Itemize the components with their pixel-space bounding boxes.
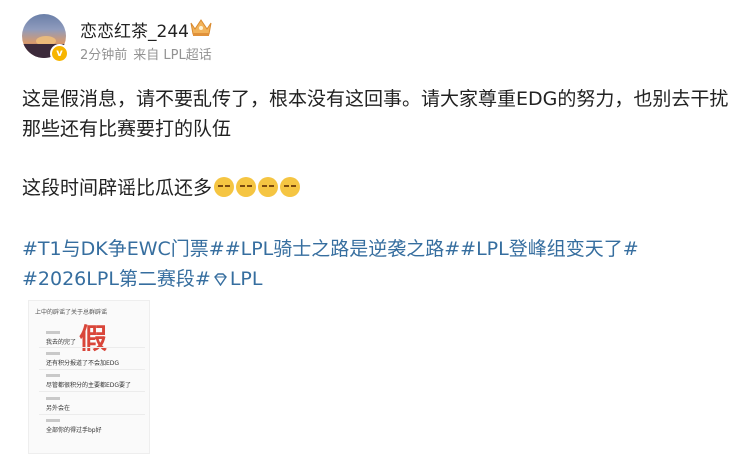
post-image[interactable]: 上中的辟谣了关于总群辟谣 假 我去的完了 还有积分报道了不会加EDG 尽管都很积… [28,300,150,454]
super-topic-link[interactable]: LPL [230,268,263,290]
image-row-marker [46,352,60,355]
image-divider [39,414,145,415]
image-row: 还有积分报道了不会加EDG [46,360,120,367]
image-divider [39,347,145,348]
image-row: 尽管都很积分的主要都EDG要了 [46,382,132,389]
image-row-marker [46,331,60,334]
post-text-2: 这段时间辟谣比瓜还多 [22,173,732,203]
hashtag-link[interactable]: #T1与DK争EWC门票# [22,238,225,260]
hashtag-link[interactable]: #2026LPL第二赛段# [22,268,211,290]
post-time[interactable]: 2分钟前 [80,48,127,63]
verified-badge-icon: v [50,44,69,63]
image-divider [39,391,145,392]
image-row-marker [46,419,60,422]
hashtag-link[interactable]: #LPL登峰组变天了# [460,238,638,260]
image-row-marker [46,397,60,400]
image-row-marker [46,374,60,377]
thinking-face-emoji-icon [258,177,279,197]
post-text-2-label: 这段时间辟谣比瓜还多 [22,177,213,199]
thinking-face-emoji-icon [280,177,301,197]
hashtag-list: #T1与DK争EWC门票##LPL骑士之路是逆袭之路##LPL登峰组变天了# #… [22,234,737,294]
username[interactable]: 恋恋红茶_244 [80,17,189,42]
image-big-text: 假 [79,322,108,355]
thinking-face-emoji-icon [236,177,257,197]
post-text: 这是假消息，请不要乱传了，根本没有这回事。请大家尊重EDG的努力，也别去干扰那些… [22,88,729,140]
image-divider [39,369,145,370]
thinking-face-emoji-icon [214,177,235,197]
image-row: 我去的完了 [46,339,77,346]
super-topic-diamond-icon [213,273,227,286]
crown-icon [190,19,212,36]
post-source[interactable]: 来自 LPL超话 [133,48,211,63]
image-row: 另外会在 [46,405,71,412]
hashtag-link[interactable]: #LPL骑士之路是逆袭之路# [225,238,460,260]
image-title: 上中的辟谣了关于总群辟谣 [35,309,108,316]
image-row: 全部你的得过手bp好 [46,427,102,434]
post-meta: 2分钟前 来自 LPL超话 [80,44,218,63]
